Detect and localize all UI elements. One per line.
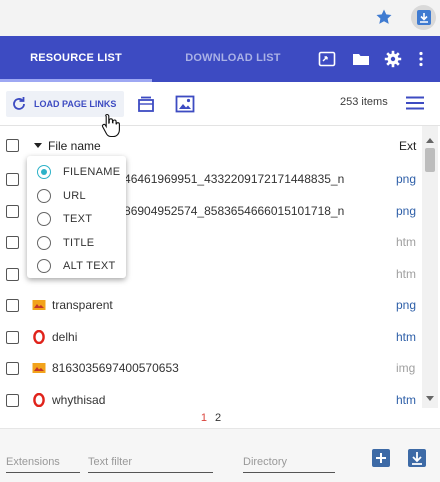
file-name: 47146461969951_4332209172171448835_n — [104, 172, 345, 186]
option-text[interactable]: TEXT — [27, 207, 126, 231]
row-checkbox[interactable] — [6, 204, 19, 218]
tab-download-list[interactable]: DOWNLOAD LIST — [152, 36, 314, 82]
select-all-checkbox[interactable] — [6, 139, 19, 152]
pagination: 12 — [0, 412, 422, 428]
tab-download-list-label: DOWNLOAD LIST — [185, 52, 281, 64]
radio-button[interactable] — [37, 212, 51, 226]
opera-icon — [33, 392, 45, 407]
file-extension: htm — [396, 235, 417, 249]
file-name: transparent — [52, 298, 113, 312]
option-label: FILENAME — [63, 166, 121, 178]
download-extension-icon — [417, 10, 431, 25]
radio-button[interactable] — [37, 188, 51, 203]
page-link-1[interactable]: 1 — [201, 412, 207, 424]
download-button[interactable] — [408, 449, 426, 467]
tab-resource-list-label: RESOURCE LIST — [30, 52, 122, 64]
option-alt-text[interactable]: ALT TEXT — [27, 254, 126, 278]
directory-input[interactable] — [243, 451, 335, 473]
file-extension: htm — [396, 329, 417, 344]
scroll-thumb[interactable] — [425, 148, 435, 172]
file-extension: png — [396, 298, 417, 312]
refresh-icon — [13, 97, 25, 110]
sort-dropdown-arrow-icon[interactable] — [34, 143, 42, 148]
more-vertical-icon[interactable] — [412, 50, 430, 68]
radio-button[interactable] — [37, 259, 51, 273]
row-checkbox[interactable] — [6, 362, 19, 375]
option-label: TEXT — [63, 213, 93, 225]
text-filter-input[interactable] — [88, 451, 213, 473]
radio-button[interactable] — [37, 165, 51, 179]
option-label: TITLE — [63, 236, 95, 249]
file-extension: htm — [396, 392, 417, 407]
page-link-2[interactable]: 2 — [215, 412, 221, 424]
row-checkbox[interactable] — [6, 299, 19, 312]
hamburger-menu-icon[interactable] — [406, 96, 424, 110]
file-name-column-header[interactable]: File name — [48, 139, 101, 153]
list-scrollbar[interactable] — [422, 126, 438, 408]
file-extension: png — [396, 203, 417, 218]
option-label: ALT TEXT — [63, 260, 116, 272]
ext-column-header[interactable]: Ext — [399, 139, 416, 153]
layers-icon[interactable] — [136, 94, 156, 114]
option-label: URL — [63, 189, 86, 202]
row-checkbox[interactable] — [6, 330, 19, 344]
scroll-up-arrow-icon[interactable] — [426, 138, 434, 143]
table-row[interactable]: delhi htm — [0, 322, 422, 353]
scroll-down-arrow-icon[interactable] — [426, 396, 434, 401]
file-extension: htm — [396, 266, 417, 281]
opera-icon — [33, 329, 45, 344]
bookmark-star-icon[interactable] — [375, 8, 393, 26]
app-header: RESOURCE LIST DOWNLOAD LIST — [0, 36, 440, 82]
file-name: delhi — [52, 329, 78, 344]
row-checkbox[interactable] — [6, 236, 19, 249]
option-filename[interactable]: FILENAME — [27, 160, 126, 184]
file-extension: png — [396, 172, 417, 186]
option-url[interactable]: URL — [27, 184, 126, 208]
table-row[interactable]: 8163035697400570653 img — [0, 353, 422, 384]
resource-toolbar: LOAD PAGE LINKS 253 items — [0, 82, 440, 126]
browser-toolbar — [0, 0, 440, 36]
row-checkbox[interactable] — [6, 393, 19, 407]
tab-resource-list[interactable]: RESOURCE LIST — [0, 36, 152, 82]
row-checkbox[interactable] — [6, 173, 19, 186]
folder-icon[interactable] — [352, 50, 370, 68]
file-name: 8163035697400570653 — [52, 361, 179, 375]
image-icon — [32, 300, 46, 310]
expand-icon[interactable] — [318, 50, 336, 68]
file-extension: img — [396, 361, 416, 375]
plus-icon — [376, 453, 386, 463]
search-field-dropdown: FILENAME URL TEXT TITLE ALT TEXT — [27, 156, 126, 278]
image-gallery-icon[interactable] — [175, 94, 195, 114]
download-icon — [412, 452, 422, 465]
radio-button[interactable] — [37, 235, 51, 250]
table-row[interactable]: whythisad htm — [0, 385, 422, 416]
option-title[interactable]: TITLE — [27, 231, 126, 255]
filter-footer — [0, 428, 440, 482]
items-count: 253 items — [340, 96, 388, 108]
extensions-input[interactable] — [6, 451, 80, 473]
extension-button[interactable] — [411, 5, 436, 30]
image-icon — [32, 363, 46, 373]
file-name: whythisad — [52, 392, 106, 407]
hand-cursor-icon — [101, 113, 120, 138]
table-row[interactable]: transparent png — [0, 290, 422, 321]
gear-icon[interactable] — [384, 50, 402, 68]
row-checkbox[interactable] — [6, 267, 19, 281]
file-name: 33986904952574_8583654666015101718_n — [104, 203, 345, 218]
add-button[interactable] — [372, 449, 390, 467]
